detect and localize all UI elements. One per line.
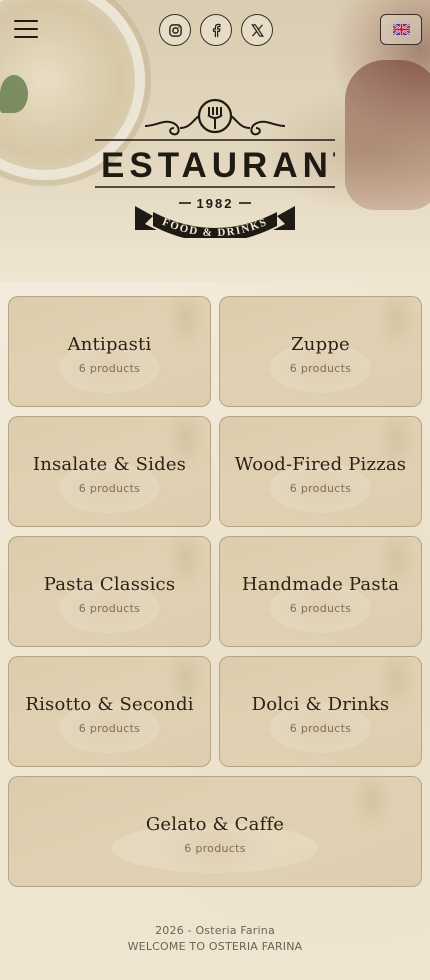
category-title: Wood-Fired Pizzas [234, 454, 407, 475]
footer-copyright: 2026 - Osteria Farina [155, 924, 275, 937]
category-count: 6 products [78, 722, 141, 735]
footer-welcome: WELCOME TO OSTERIA FARINA [127, 940, 303, 953]
fork-emblem-icon [144, 98, 286, 136]
category-title: Antipasti [67, 334, 152, 355]
restaurant-logo: RESTAURANT 1982 FOOD & DRINKS [95, 98, 335, 238]
top-bar [0, 0, 430, 60]
category-card-zuppe[interactable]: Zuppe 6 products [219, 296, 422, 407]
instagram-button[interactable] [159, 14, 191, 46]
category-count: 6 products [78, 362, 141, 375]
category-title: Pasta Classics [43, 574, 176, 595]
facebook-icon [212, 23, 220, 37]
category-card-risotto-secondi[interactable]: Risotto & Secondi 6 products [8, 656, 211, 767]
basil-image [0, 75, 28, 113]
uk-flag-icon [392, 24, 410, 35]
category-title: Risotto & Secondi [25, 694, 194, 715]
category-title: Gelato & Caffe [145, 814, 285, 835]
logo-name: RESTAURANT [95, 146, 335, 185]
logo-year: 1982 [197, 196, 234, 211]
category-count: 6 products [184, 842, 246, 855]
category-count: 6 products [78, 602, 141, 615]
page-footer: 2026 - Osteria Farina WELCOME TO OSTERIA… [0, 923, 430, 955]
category-title: Zuppe [291, 334, 350, 355]
facebook-button[interactable] [200, 14, 232, 46]
category-card-handmade-pasta[interactable]: Handmade Pasta 6 products [219, 536, 422, 647]
x-twitter-button[interactable] [241, 14, 273, 46]
hero-header: RESTAURANT 1982 FOOD & DRINKS [0, 0, 430, 282]
language-selector-button[interactable] [380, 14, 422, 45]
category-card-dolci-drinks[interactable]: Dolci & Drinks 6 products [219, 656, 422, 767]
category-grid: Antipasti 6 products Zuppe 6 products In… [8, 296, 422, 887]
category-title: Insalate & Sides [32, 454, 187, 475]
instagram-icon [168, 23, 182, 37]
category-count: 6 products [289, 482, 352, 495]
category-card-gelato-caffe[interactable]: Gelato & Caffe 6 products [8, 776, 422, 887]
hamburger-menu-icon[interactable] [14, 20, 38, 40]
category-count: 6 products [289, 602, 352, 615]
x-twitter-icon [250, 23, 264, 37]
wine-glass-image [345, 60, 430, 210]
category-card-wood-fired-pizzas[interactable]: Wood-Fired Pizzas 6 products [219, 416, 422, 527]
category-card-pasta-classics[interactable]: Pasta Classics 6 products [8, 536, 211, 647]
category-count: 6 products [289, 722, 352, 735]
category-title: Dolci & Drinks [251, 694, 390, 715]
category-card-antipasti[interactable]: Antipasti 6 products [8, 296, 211, 407]
social-links [159, 14, 273, 46]
category-card-insalate-sides[interactable]: Insalate & Sides 6 products [8, 416, 211, 527]
category-count: 6 products [289, 362, 352, 375]
category-title: Handmade Pasta [241, 574, 400, 595]
category-count: 6 products [78, 482, 141, 495]
